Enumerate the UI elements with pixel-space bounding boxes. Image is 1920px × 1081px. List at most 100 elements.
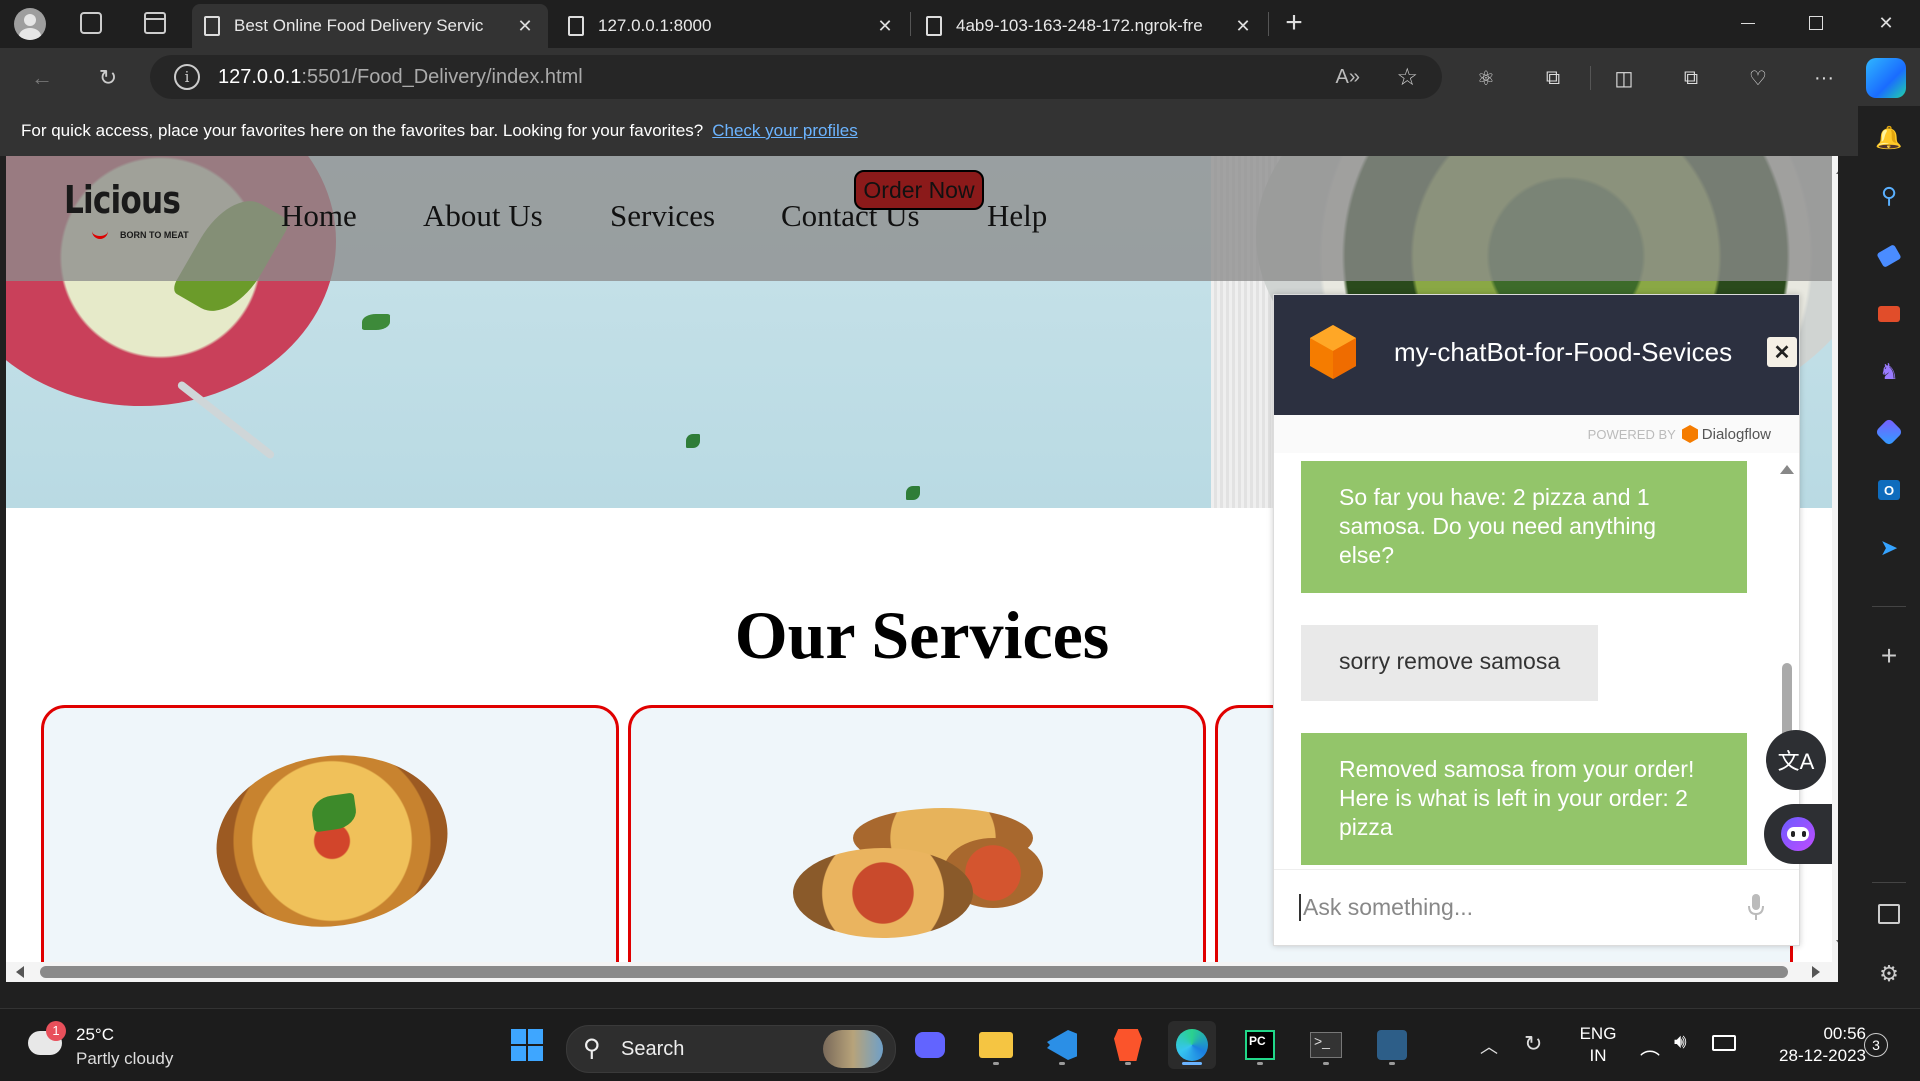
chat-input[interactable]: Ask something... xyxy=(1299,894,1473,921)
brave-browser-icon[interactable] xyxy=(1104,1021,1152,1069)
send-icon[interactable]: ➤ xyxy=(1873,532,1905,564)
search-label: Search xyxy=(621,1038,685,1060)
nav-about-us[interactable]: About Us xyxy=(423,198,543,234)
clock-date: 28-12-2023 xyxy=(1779,1046,1866,1065)
edge-browser-icon[interactable] xyxy=(1168,1021,1216,1069)
minimize-icon[interactable] xyxy=(1714,0,1782,46)
more-options-icon[interactable]: ··· xyxy=(1806,60,1842,96)
scroll-down-arrow[interactable] xyxy=(1836,940,1838,948)
chat-input-row: Ask something... xyxy=(1274,869,1799,945)
taskbar-search-box[interactable]: ⚲ Search xyxy=(566,1025,896,1073)
dialogflow-logo-icon xyxy=(1681,425,1698,443)
extensions-icon[interactable]: ⧉ xyxy=(1535,60,1571,96)
pizza-image xyxy=(205,740,459,942)
vertical-tabs-icon[interactable] xyxy=(144,12,166,34)
browser-tab-bar: Best Online Food Delivery Servic ✕ 127.0… xyxy=(0,0,1920,48)
file-explorer-icon[interactable] xyxy=(972,1021,1020,1069)
browser-essentials-icon[interactable]: ♡ xyxy=(1740,60,1776,96)
battery-icon[interactable] xyxy=(1712,1035,1736,1051)
navigation-bar: ← ↻ i 127.0.0.1:5501/Food_Delivery/index… xyxy=(0,48,1920,106)
copilot-settings-icon[interactable]: ⚛ xyxy=(1468,60,1504,96)
bell-icon[interactable]: 🔔 xyxy=(1873,122,1905,154)
user-message: sorry remove samosa xyxy=(1301,625,1599,701)
wifi-icon[interactable]: ︵ xyxy=(1640,1031,1660,1060)
windows-taskbar: 1 25°C Partly cloudy ⚲ Search PC >_ ︿ ↻ … xyxy=(0,1008,1920,1081)
tab-ngrok[interactable]: 4ab9-103-163-248-172.ngrok-fre ✕ xyxy=(914,6,1266,46)
read-aloud-icon[interactable]: A» xyxy=(1336,66,1360,89)
pizzas-image xyxy=(793,808,1045,938)
close-tab-icon[interactable]: ✕ xyxy=(874,16,896,37)
refresh-icon[interactable]: ↻ xyxy=(88,58,128,98)
tab-localhost-8000[interactable]: 127.0.0.1:8000 ✕ xyxy=(556,6,908,46)
order-now-button[interactable]: Order Now xyxy=(854,170,984,210)
chat-scroll-up-arrow[interactable] xyxy=(1780,465,1794,474)
herb-leaf xyxy=(906,486,920,500)
weather-widget[interactable]: 1 25°C Partly cloudy xyxy=(24,1019,224,1071)
collections-icon[interactable]: ⧉ xyxy=(1673,60,1709,96)
sidebar-divider xyxy=(1872,606,1906,607)
show-hidden-icons-chevron[interactable]: ︿ xyxy=(1480,1033,1498,1059)
nav-help[interactable]: Help xyxy=(987,198,1047,234)
assistant-fab[interactable] xyxy=(1764,804,1832,864)
clock-time: 00:56 xyxy=(1823,1024,1866,1043)
language-code: ENG xyxy=(1579,1024,1617,1043)
workspaces-icon[interactable] xyxy=(80,12,102,34)
nav-services[interactable]: Services xyxy=(610,198,715,234)
hide-sidebar-icon[interactable] xyxy=(1873,898,1905,930)
chat-close-icon[interactable]: ✕ xyxy=(1767,337,1797,367)
teams-chat-icon[interactable] xyxy=(906,1021,954,1069)
clock[interactable]: 00:56 28-12-2023 xyxy=(1756,1023,1866,1067)
bot-face-icon xyxy=(1781,817,1815,851)
favorite-star-icon[interactable]: ☆ xyxy=(1396,63,1418,92)
scroll-right-arrow[interactable] xyxy=(1812,966,1820,978)
edge-sidebar: 🔔 ⚲ ♞ O ➤ + ⚙ xyxy=(1858,106,1920,1008)
service-card-food-catering[interactable]: Food Catering xyxy=(41,705,619,982)
chat-messages[interactable]: So far you have: 2 pizza and 1 samosa. D… xyxy=(1274,453,1799,869)
tab-food-delivery[interactable]: Best Online Food Delivery Servic ✕ xyxy=(192,4,548,48)
nav-home[interactable]: Home xyxy=(281,198,357,234)
close-window-icon[interactable]: ✕ xyxy=(1852,0,1920,46)
start-button[interactable] xyxy=(503,1021,551,1069)
site-info-icon[interactable]: i xyxy=(174,64,200,90)
outlook-icon[interactable]: O xyxy=(1873,474,1905,506)
address-bar[interactable]: i 127.0.0.1:5501/Food_Delivery/index.htm… xyxy=(150,55,1442,99)
volume-icon[interactable]: 🔊︎ xyxy=(1674,1031,1687,1054)
back-icon[interactable]: ← xyxy=(22,58,62,98)
service-card-bulk-ordering[interactable]: Bulk Ordering xyxy=(628,705,1206,982)
pycharm-icon[interactable]: PC xyxy=(1236,1021,1284,1069)
vertical-scrollbar[interactable] xyxy=(1832,156,1838,962)
new-tab-icon[interactable]: + xyxy=(1278,8,1310,40)
settings-gear-icon[interactable]: ⚙ xyxy=(1873,958,1905,990)
add-icon[interactable]: + xyxy=(1873,640,1905,672)
restore-icon[interactable] xyxy=(1782,0,1850,46)
favorites-message: For quick access, place your favorites h… xyxy=(21,121,704,140)
chat-title: my-chatBot-for-Food-Sevices xyxy=(1394,337,1733,367)
shopping-tag-icon[interactable] xyxy=(1873,240,1905,272)
search-icon[interactable]: ⚲ xyxy=(1873,180,1905,212)
close-tab-icon[interactable]: ✕ xyxy=(1232,16,1254,37)
tab-separator xyxy=(910,12,911,36)
language-indicator[interactable]: ENG IN xyxy=(1576,1023,1620,1067)
profile-avatar[interactable] xyxy=(14,8,46,40)
terminal-icon[interactable]: >_ xyxy=(1302,1021,1350,1069)
scroll-up-arrow[interactable] xyxy=(1836,166,1838,174)
microsoft-365-icon[interactable] xyxy=(1873,416,1905,448)
network-app-icon[interactable] xyxy=(1368,1021,1416,1069)
split-screen-icon[interactable]: ◫ xyxy=(1606,60,1642,96)
scroll-thumb[interactable] xyxy=(40,966,1788,978)
microphone-icon[interactable] xyxy=(1746,892,1766,922)
notification-count-badge[interactable]: 3 xyxy=(1864,1033,1888,1057)
licious-logo[interactable]: Licious BORN TO MEAT xyxy=(64,178,194,248)
sync-icon[interactable]: ↻ xyxy=(1524,1031,1542,1057)
check-profiles-link[interactable]: Check your profiles xyxy=(712,121,858,141)
weather-alert-badge: 1 xyxy=(46,1021,66,1041)
close-tab-icon[interactable]: ✕ xyxy=(514,16,536,37)
horizontal-scrollbar[interactable] xyxy=(6,962,1838,982)
copilot-icon[interactable] xyxy=(1866,58,1906,98)
scroll-left-arrow[interactable] xyxy=(16,966,24,978)
games-icon[interactable]: ♞ xyxy=(1873,356,1905,388)
bot-message: So far you have: 2 pizza and 1 samosa. D… xyxy=(1301,461,1747,593)
tools-briefcase-icon[interactable] xyxy=(1873,298,1905,330)
vscode-icon[interactable] xyxy=(1038,1021,1086,1069)
translate-icon[interactable]: 文A xyxy=(1766,730,1826,790)
